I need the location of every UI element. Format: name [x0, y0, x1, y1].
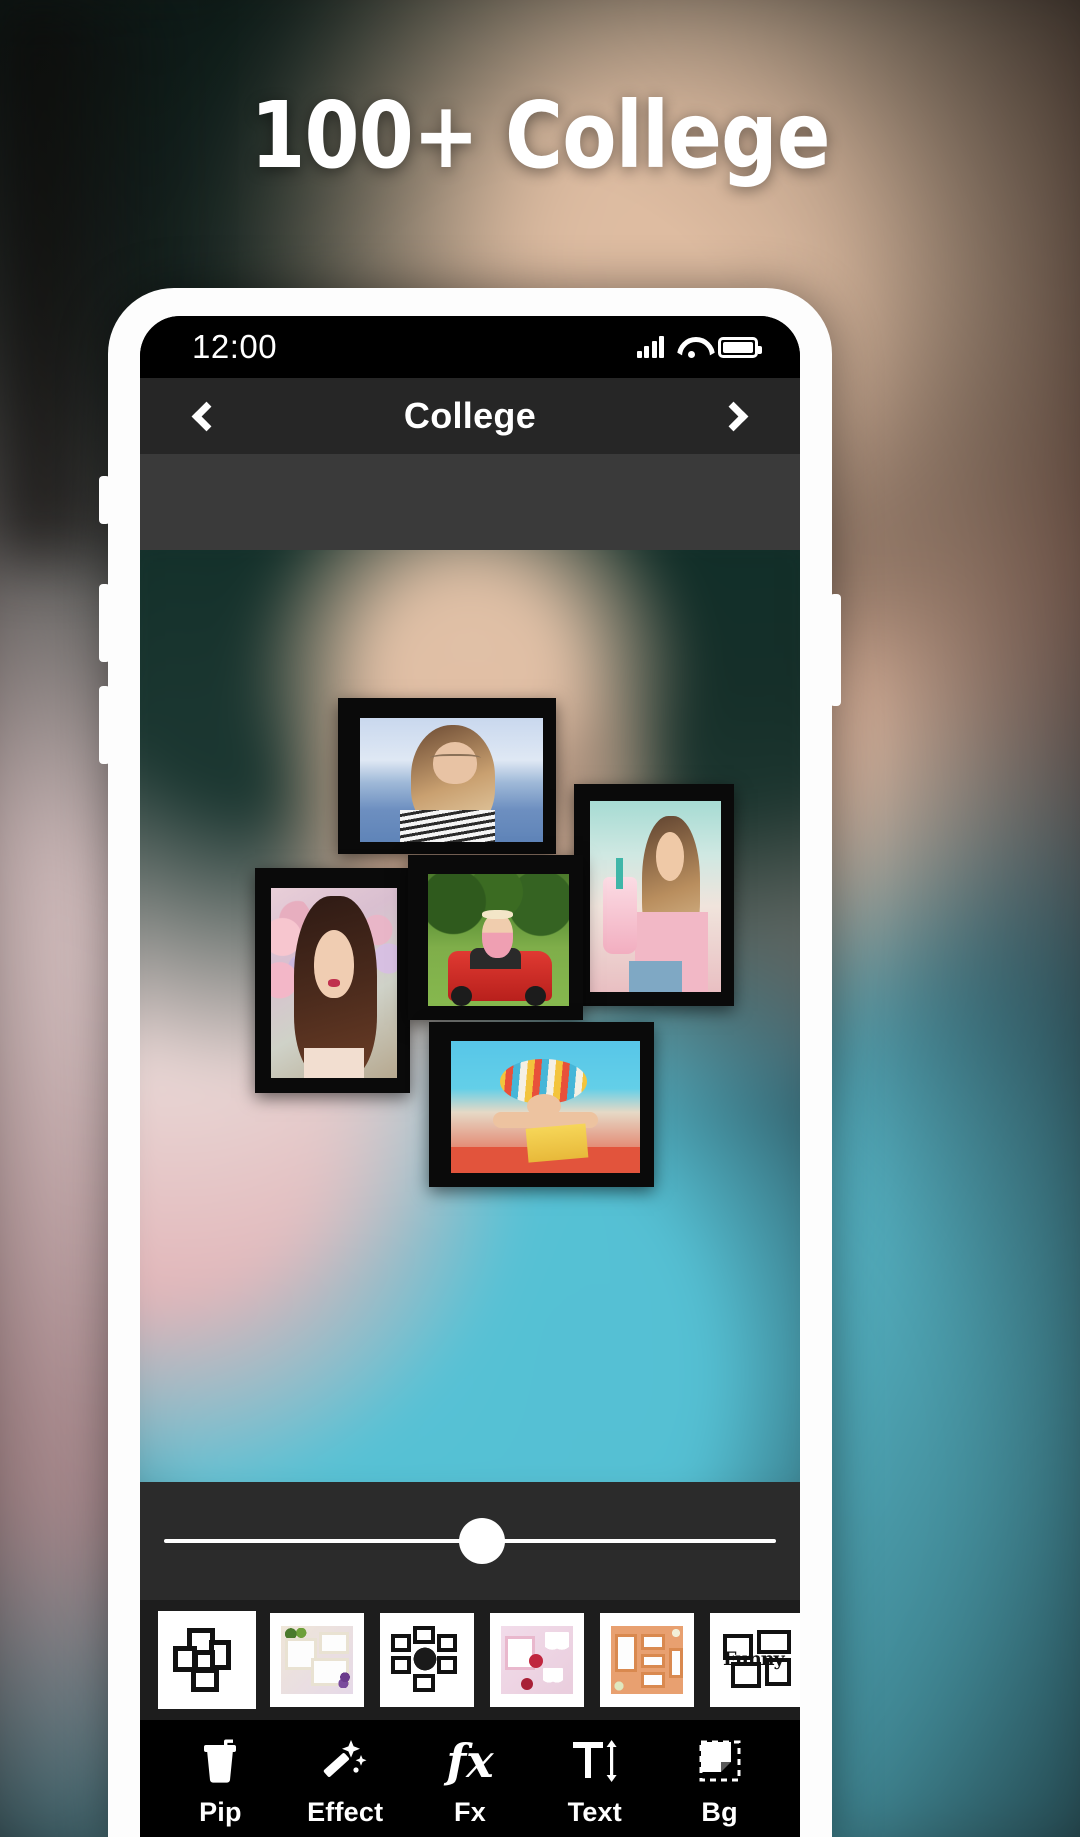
- template-thumb-1[interactable]: [158, 1611, 256, 1709]
- template-thumbnail-strip[interactable]: Funny: [140, 1600, 800, 1720]
- collage-frame-5[interactable]: [429, 1022, 654, 1187]
- nav-label-pip: Pip: [199, 1796, 242, 1827]
- bottom-toolbar: Pip Effect fx Fx Text Bg: [140, 1720, 800, 1837]
- nav-item-text[interactable]: Text: [549, 1735, 641, 1828]
- collage-frame-4[interactable]: [408, 855, 583, 1020]
- chevron-left-icon: [191, 401, 221, 431]
- template-thumb-6[interactable]: Funny: [710, 1613, 800, 1707]
- collage-photo-5: [451, 1041, 640, 1173]
- collage-frame-1[interactable]: [338, 698, 556, 854]
- mute-switch: [99, 476, 110, 524]
- magic-wand-icon: [322, 1735, 368, 1787]
- battery-icon: [718, 336, 762, 358]
- template-thumb-3[interactable]: [380, 1613, 474, 1707]
- chevron-right-icon: [719, 401, 749, 431]
- collage-size-slider[interactable]: [164, 1516, 776, 1566]
- phone-screen: 12:00 College Funny Pip Effect fx Fx Tex…: [140, 316, 800, 1837]
- nav-label-bg: Bg: [701, 1796, 738, 1827]
- back-button[interactable]: [174, 387, 232, 445]
- template-thumb-5[interactable]: [600, 1613, 694, 1707]
- nav-item-fx[interactable]: fx Fx: [424, 1735, 516, 1828]
- adjustment-slider-band: [140, 1482, 800, 1600]
- collage-frame-3[interactable]: [255, 868, 410, 1093]
- signal-icon: [636, 336, 664, 358]
- collage-canvas[interactable]: [140, 550, 800, 1482]
- status-icons: [636, 336, 762, 358]
- background-layers-icon: [697, 1735, 743, 1787]
- cup-icon: [200, 1735, 240, 1787]
- status-time: 12:00: [192, 328, 278, 365]
- template-thumb-2[interactable]: [270, 1613, 364, 1707]
- nav-label-fx: Fx: [454, 1796, 486, 1827]
- template-thumb-4[interactable]: [490, 1613, 584, 1707]
- slider-thumb[interactable]: [459, 1518, 506, 1564]
- page-title: College: [403, 395, 537, 436]
- nav-item-effect[interactable]: Effect: [299, 1735, 391, 1828]
- power-button: [830, 594, 841, 706]
- text-size-icon: [571, 1735, 619, 1787]
- nav-item-pip[interactable]: Pip: [174, 1735, 266, 1828]
- collage-frame-2[interactable]: [574, 784, 734, 1006]
- collage-photo-2: [590, 801, 721, 992]
- collage-photo-1: [360, 718, 543, 842]
- next-button[interactable]: [708, 387, 766, 445]
- fx-glyph: fx: [446, 1733, 494, 1788]
- volume-up-button: [99, 584, 110, 662]
- nav-item-bg[interactable]: Bg: [674, 1735, 766, 1828]
- nav-label-effect: Effect: [307, 1796, 384, 1827]
- collage-photo-3: [271, 888, 397, 1078]
- wifi-icon: [677, 337, 705, 358]
- volume-down-button: [99, 686, 110, 764]
- fx-icon: fx: [446, 1735, 493, 1787]
- template-thumb-6-caption: Funny: [723, 1648, 785, 1670]
- phone-mockup: 12:00 College Funny Pip Effect fx Fx Tex…: [99, 288, 841, 1837]
- status-bar: 12:00: [140, 316, 800, 378]
- app-title-bar: College: [140, 378, 800, 454]
- nav-label-text: Text: [567, 1796, 622, 1827]
- ad-banner-placeholder[interactable]: [140, 454, 800, 550]
- collage-photo-4: [428, 874, 569, 1006]
- promo-headline: 100+ College: [250, 82, 830, 189]
